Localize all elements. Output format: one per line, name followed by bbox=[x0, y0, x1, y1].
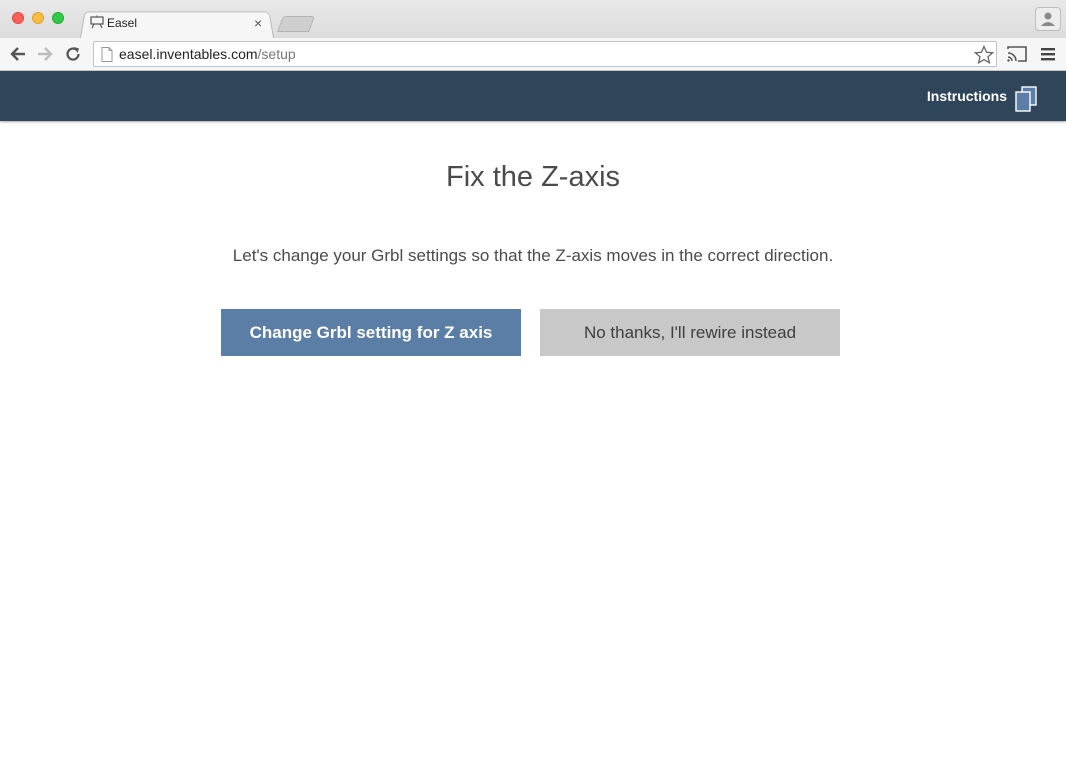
url-text[interactable]: easel.inventables.com/setup bbox=[119, 46, 296, 62]
zoom-window-button[interactable] bbox=[52, 12, 64, 24]
address-bar[interactable]: easel.inventables.com/setup bbox=[93, 41, 997, 67]
app-header: Instructions bbox=[0, 71, 1066, 121]
arrow-right-icon[interactable] bbox=[35, 44, 55, 64]
copy-pages-icon[interactable] bbox=[1014, 86, 1038, 112]
tab-close-icon[interactable]: × bbox=[254, 14, 262, 32]
page-icon bbox=[101, 47, 113, 62]
browser-window: Easel × easel.inventables.com/setup Inst… bbox=[0, 0, 1066, 762]
hamburger-menu-icon[interactable] bbox=[1040, 46, 1056, 62]
url-path: /setup bbox=[257, 46, 296, 62]
instructions-link[interactable]: Instructions bbox=[927, 88, 1007, 104]
browser-tab-strip: Easel × bbox=[0, 0, 1066, 38]
star-icon[interactable] bbox=[974, 45, 994, 65]
page-description: Let's change your Grbl settings so that … bbox=[232, 246, 834, 265]
change-grbl-setting-button[interactable]: Change Grbl setting for Z axis bbox=[221, 309, 521, 356]
person-icon bbox=[1041, 12, 1055, 26]
tab-title: Easel bbox=[107, 16, 138, 30]
page-title: Fix the Z-axis bbox=[445, 161, 621, 193]
profile-button[interactable] bbox=[1035, 7, 1061, 31]
browser-toolbar: easel.inventables.com/setup bbox=[0, 38, 1066, 71]
reload-icon[interactable] bbox=[63, 44, 83, 64]
rewire-instead-button[interactable]: No thanks, I'll rewire instead bbox=[540, 309, 840, 356]
easel-icon bbox=[90, 15, 104, 29]
minimize-window-button[interactable] bbox=[32, 12, 44, 24]
arrow-left-icon[interactable] bbox=[8, 44, 28, 64]
close-window-button[interactable] bbox=[12, 12, 24, 24]
cast-icon[interactable] bbox=[1006, 44, 1028, 64]
url-host: easel.inventables.com bbox=[119, 46, 258, 62]
browser-tab-content[interactable]: Easel × bbox=[90, 14, 270, 34]
new-tab-button[interactable] bbox=[277, 16, 315, 32]
